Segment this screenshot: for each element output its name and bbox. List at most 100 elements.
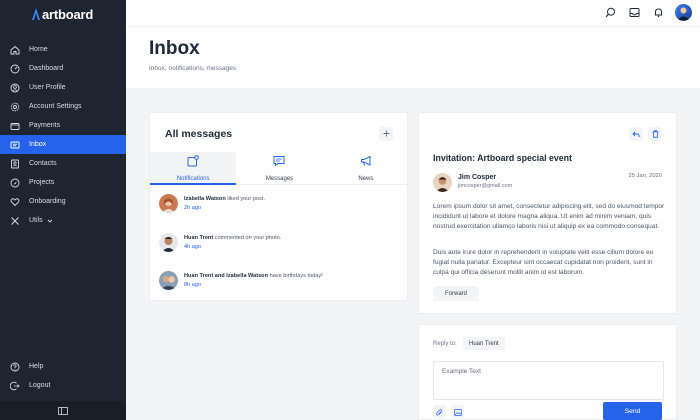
forward-button[interactable]: Forward — [433, 286, 479, 301]
notification-name: Huan Trent — [184, 235, 214, 241]
gear-icon — [9, 101, 20, 112]
send-button[interactable]: Send — [603, 402, 662, 420]
notification-message: have birthdays today! — [268, 273, 323, 279]
page-subtitle: Inbox, notifications, messages — [149, 65, 237, 72]
notification-text: Izabella Watson liked your post. 2h ago — [184, 195, 265, 213]
all-messages-card: All messages Notifications Messages News… — [149, 112, 409, 301]
bell-icon[interactable] — [651, 6, 665, 20]
reply-textarea[interactable] — [434, 362, 663, 399]
sidebar-item-label: Utils — [29, 217, 43, 224]
sidebar-item-user-profile[interactable]: User Profile — [0, 78, 126, 97]
rocket-icon — [9, 177, 20, 188]
message-tabs: Notifications Messages News — [150, 152, 409, 185]
sidebar-item-utils[interactable]: Utils — [0, 211, 126, 230]
sidebar-item-dashboard[interactable]: Dashboard — [0, 59, 126, 78]
dashboard-icon — [9, 63, 20, 74]
delete-button[interactable] — [648, 127, 662, 141]
help-icon — [9, 361, 20, 372]
sidebar-item-label: Account Settings — [29, 103, 82, 110]
attach-image-button[interactable] — [451, 405, 464, 418]
tab-label: Notifications — [176, 176, 210, 182]
list-item[interactable]: Izabella Watson liked your post. 2h ago — [159, 194, 399, 218]
sidebar-item-logout[interactable]: Logout — [0, 376, 126, 395]
sidebar-item-account-settings[interactable]: Account Settings — [0, 97, 126, 116]
message-body-paragraph: Duis aute irure dolor in reprehenderit i… — [433, 249, 654, 276]
add-message-button[interactable] — [379, 127, 393, 141]
avatar — [159, 271, 178, 290]
sidebar-item-help[interactable]: Help — [0, 357, 126, 376]
notification-time: 4h ago — [184, 244, 202, 250]
list-item[interactable]: Huan Trent and Izabella Watson have birt… — [159, 271, 399, 295]
message-date: 25 Jan, 2020 — [628, 173, 662, 179]
tab-label: News — [358, 176, 374, 182]
message-subject: Invitation: Artboard special event — [433, 153, 572, 163]
card-title: All messages — [165, 128, 233, 140]
top-bar — [126, 0, 700, 26]
logo-text: artboard — [42, 6, 94, 22]
notification-text: Huan Trent commented on your photo. 4h a… — [184, 234, 281, 252]
reply-icon — [632, 125, 640, 143]
logout-icon — [9, 380, 20, 391]
avatar[interactable] — [675, 4, 692, 21]
sidebar-item-projects[interactable]: Projects — [0, 173, 126, 192]
paperclip-icon — [436, 403, 443, 420]
sidebar-item-label: Inbox — [29, 141, 47, 148]
sidebar: artboard Home Dashboard User Profile Acc… — [0, 0, 126, 420]
sidebar-item-inbox[interactable]: Inbox — [0, 135, 126, 154]
sidebar-item-label: User Profile — [29, 84, 66, 91]
sidebar-item-label: Contacts — [29, 160, 57, 167]
sidebar-item-label: Payments — [29, 122, 61, 129]
tab-label: Messages — [265, 176, 294, 182]
wallet-icon — [9, 120, 20, 131]
plus-icon — [383, 129, 390, 140]
collapse-sidebar-icon — [58, 402, 68, 420]
sidebar-item-contacts[interactable]: Contacts — [0, 154, 126, 173]
avatar — [433, 173, 452, 192]
sidebar-item-label: Dashboard — [29, 65, 64, 72]
avatar — [159, 233, 178, 252]
notification-text: Huan Trent and Izabella Watson have birt… — [184, 272, 323, 290]
chat-icon — [273, 154, 285, 172]
page-title: Inbox — [149, 38, 200, 59]
user-icon — [9, 82, 20, 93]
sidebar-item-label: Home — [29, 46, 48, 53]
message-body-paragraph: Lorem ipsum dolor sit amet, consectetur … — [433, 203, 665, 230]
reply-recipient-chip[interactable]: Huan Trent — [463, 337, 505, 350]
inbox-tray-icon[interactable] — [627, 6, 641, 20]
megaphone-icon — [360, 154, 372, 172]
tab-notifications[interactable]: Notifications — [150, 152, 237, 185]
heart-icon — [9, 196, 20, 207]
sidebar-collapse-button[interactable] — [0, 401, 126, 420]
contacts-icon — [9, 158, 20, 169]
sidebar-item-payments[interactable]: Payments — [0, 116, 126, 135]
tools-icon — [9, 215, 20, 226]
sidebar-item-label: Help — [29, 363, 44, 370]
tab-news[interactable]: News — [323, 152, 409, 184]
reply-card: Reply to: Huan Trent Send — [418, 324, 677, 420]
sidebar-item-onboarding[interactable]: Onboarding — [0, 192, 126, 211]
notification-name: Huan Trent and Izabella Watson — [184, 273, 269, 279]
sidebar-item-label: Logout — [29, 382, 51, 389]
sidebar-bottom-nav: Help Logout — [0, 357, 126, 395]
attach-file-button[interactable] — [433, 405, 446, 418]
logo[interactable]: artboard — [32, 6, 93, 22]
trash-icon — [652, 125, 659, 143]
notification-message: liked your post. — [225, 196, 265, 202]
notification-time: 2h ago — [184, 205, 202, 211]
page-header: Inbox Inbox, notifications, messages — [126, 26, 700, 88]
notification-message: commented on your photo. — [213, 235, 282, 241]
notification-time: 8h ago — [184, 282, 202, 288]
message-detail-card: Invitation: Artboard special event Jim C… — [418, 112, 677, 314]
inbox-icon — [9, 139, 20, 150]
home-icon — [9, 44, 20, 55]
sidebar-item-home[interactable]: Home — [0, 40, 126, 59]
search-icon[interactable] — [603, 6, 617, 20]
tab-messages[interactable]: Messages — [236, 152, 322, 184]
reply-button[interactable] — [629, 127, 643, 141]
top-bar-actions — [603, 4, 692, 21]
logo-icon — [32, 8, 40, 20]
sender-name: Jim Cosper — [458, 174, 497, 181]
chevron-down-icon — [47, 218, 53, 224]
list-item[interactable]: Huan Trent commented on your photo. 4h a… — [159, 233, 399, 257]
sidebar-nav: Home Dashboard User Profile Account Sett… — [0, 40, 126, 230]
